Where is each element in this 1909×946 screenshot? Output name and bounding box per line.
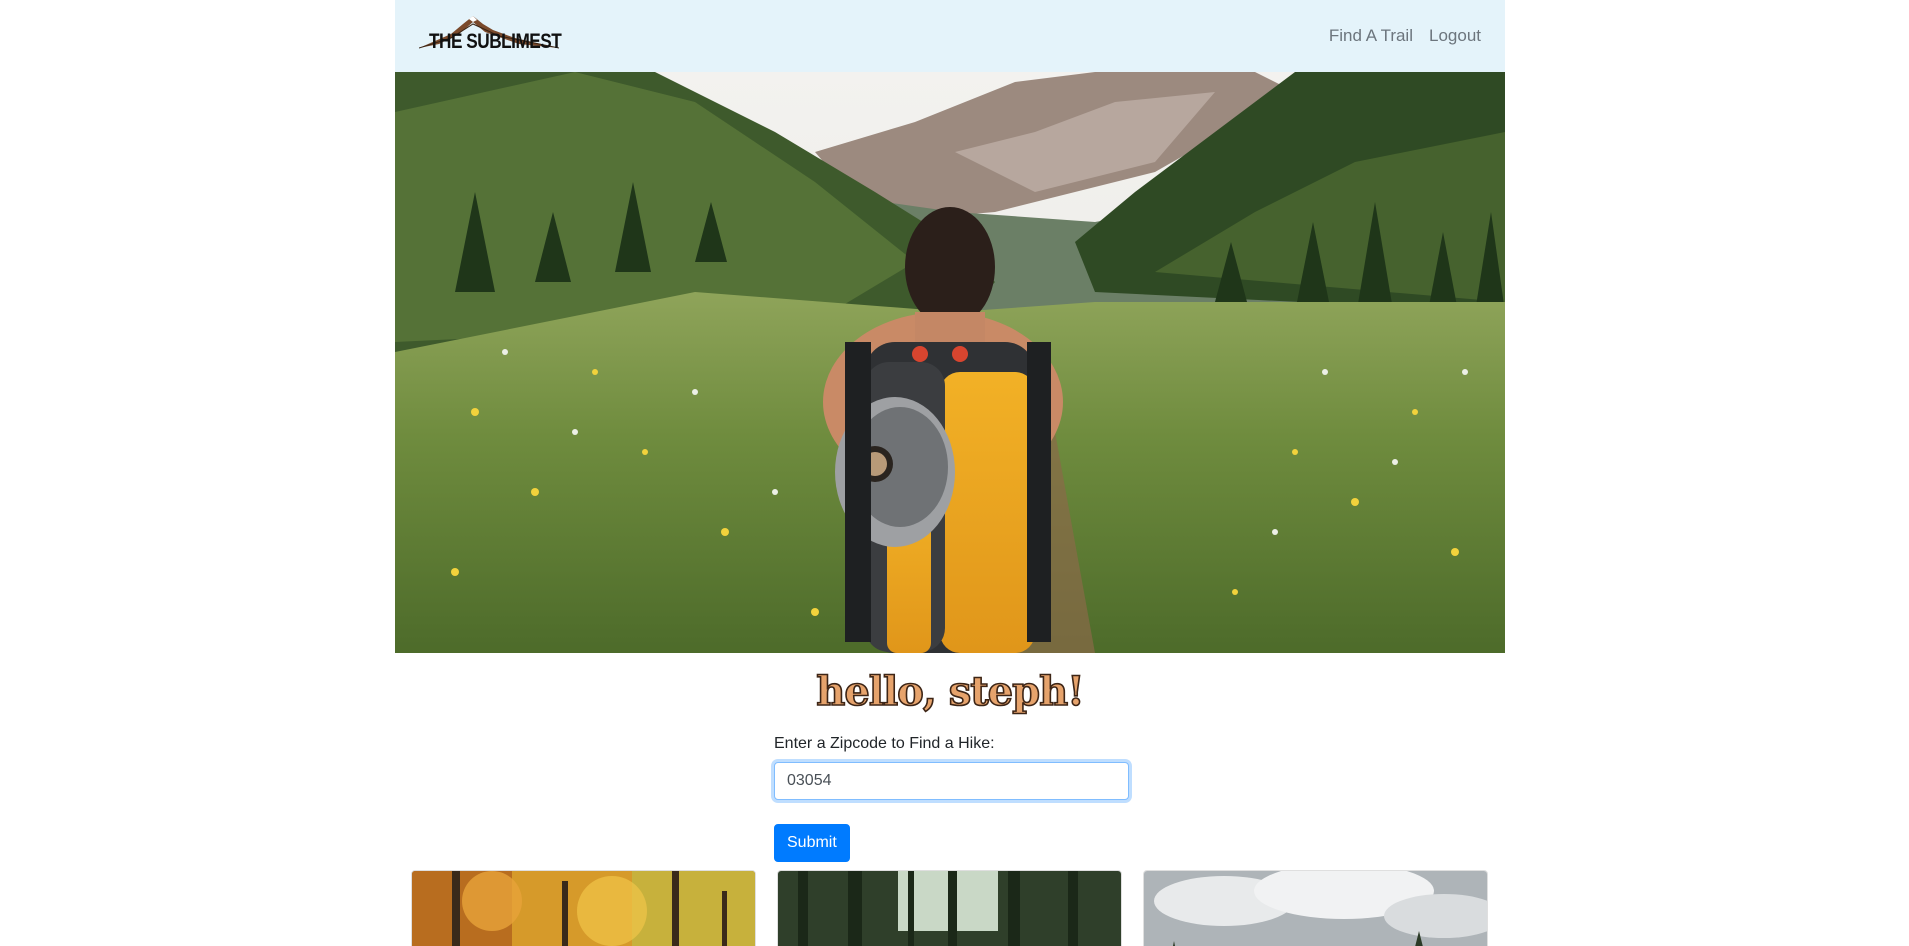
page: THE SUBLIMEST Find A Trail Logout hello,… <box>0 0 1909 946</box>
zipcode-input[interactable] <box>774 762 1129 800</box>
trail-card[interactable] <box>411 870 756 946</box>
nav-links: Find A Trail Logout <box>1329 26 1481 46</box>
cloudy-sky-image <box>1144 871 1487 946</box>
trail-card[interactable] <box>777 870 1122 946</box>
hero-image <box>395 72 1505 653</box>
navbar: THE SUBLIMEST Find A Trail Logout <box>395 0 1505 72</box>
zipcode-search-form: Enter a Zipcode to Find a Hike: Submit <box>774 735 1134 862</box>
trail-card[interactable] <box>1143 870 1488 946</box>
brand-name: THE SUBLIMEST <box>429 30 562 53</box>
autumn-forest-image <box>412 871 755 946</box>
zipcode-label: Enter a Zipcode to Find a Hike: <box>774 735 995 752</box>
main-container: THE SUBLIMEST Find A Trail Logout hello,… <box>395 0 1505 717</box>
greeting-heading: hello, steph! <box>815 667 1085 716</box>
brand-logo[interactable]: THE SUBLIMEST <box>419 10 562 62</box>
submit-button[interactable]: Submit <box>774 824 850 862</box>
pine-forest-image <box>778 871 1121 946</box>
nav-link-find-a-trail[interactable]: Find A Trail <box>1329 26 1413 46</box>
nav-link-logout[interactable]: Logout <box>1429 26 1481 46</box>
trail-cards <box>411 870 1489 946</box>
